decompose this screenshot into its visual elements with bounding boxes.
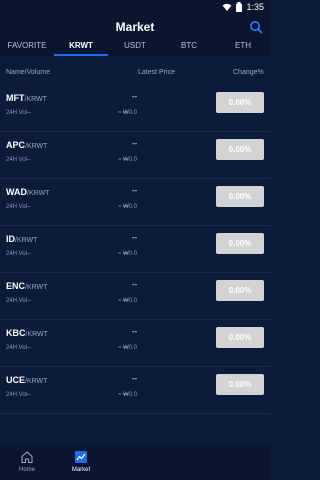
- pair-name: WAD/KRWT: [6, 187, 49, 197]
- base-symbol: ID: [6, 234, 15, 244]
- base-symbol: UCE: [6, 375, 26, 385]
- pair-name: UCE/KRWT: [6, 375, 47, 385]
- krw-equivalent: ≈ ₩0.0: [118, 110, 137, 116]
- pair-name: ID/KRWT: [6, 234, 37, 244]
- volume-text: 24H Vol--: [6, 110, 32, 116]
- krw-equivalent: ≈ ₩0.0: [118, 204, 137, 210]
- latest-price: --: [132, 374, 138, 383]
- nav-market-label: Market: [71, 467, 91, 473]
- status-bar: 1:35: [0, 0, 270, 16]
- krw-equivalent: ≈ ₩0.0: [118, 251, 137, 257]
- latest-price: --: [132, 233, 138, 242]
- pair-name: APC/KRWT: [6, 140, 47, 150]
- pair-name: MFT/KRWT: [6, 93, 47, 103]
- base-symbol: ENC: [6, 281, 26, 291]
- market-row[interactable]: ENC/KRWT 24H Vol-- -- ≈ ₩0.0 0.00%: [0, 273, 270, 320]
- nav-home[interactable]: Home: [0, 444, 54, 480]
- krw-equivalent: ≈ ₩0.0: [118, 345, 137, 351]
- latest-price: --: [132, 139, 138, 148]
- latest-price: --: [132, 327, 138, 336]
- change-badge: 0.00%: [216, 233, 264, 254]
- volume-text: 24H Vol--: [6, 345, 32, 351]
- change-badge: 0.00%: [216, 139, 264, 160]
- col-name-volume[interactable]: Name/Volume: [6, 69, 50, 76]
- quote-symbol: /KRWT: [27, 190, 50, 197]
- market-list: MFT/KRWT 24H Vol-- -- ≈ ₩0.0 0.00% APC/K…: [0, 85, 270, 414]
- volume-text: 24H Vol--: [6, 157, 32, 163]
- base-symbol: WAD: [6, 187, 27, 197]
- krw-equivalent: ≈ ₩0.0: [118, 392, 137, 398]
- wifi-icon: [222, 3, 232, 11]
- battery-icon: [236, 2, 243, 12]
- tab-favorite[interactable]: FAVORITE: [0, 38, 54, 56]
- quote-symbol: /KRWT: [15, 237, 38, 244]
- tab-btc[interactable]: BTC: [162, 38, 216, 56]
- quote-symbol: /KRWT: [25, 284, 48, 291]
- tab-usdt[interactable]: USDT: [108, 38, 162, 56]
- latest-price: --: [132, 92, 138, 101]
- volume-text: 24H Vol--: [6, 392, 32, 398]
- market-row[interactable]: KBC/KRWT 24H Vol-- -- ≈ ₩0.0 0.00%: [0, 320, 270, 367]
- search-icon[interactable]: [249, 20, 263, 34]
- market-chart-icon: [75, 451, 87, 463]
- market-row[interactable]: APC/KRWT 24H Vol-- -- ≈ ₩0.0 0.00%: [0, 132, 270, 179]
- volume-text: 24H Vol--: [6, 251, 32, 257]
- quote-symbol: /KRWT: [25, 143, 48, 150]
- market-tabs: FAVORITE KRWT USDT BTC ETH: [0, 38, 270, 56]
- change-badge: 0.00%: [216, 92, 264, 113]
- change-badge: 0.00%: [216, 280, 264, 301]
- market-row[interactable]: WAD/KRWT 24H Vol-- -- ≈ ₩0.0 0.00%: [0, 179, 270, 226]
- quote-symbol: /KRWT: [25, 331, 48, 338]
- market-row[interactable]: ID/KRWT 24H Vol-- -- ≈ ₩0.0 0.00%: [0, 226, 270, 273]
- home-icon: [21, 451, 33, 464]
- nav-item-3[interactable]: [108, 444, 162, 480]
- latest-price: --: [132, 280, 138, 289]
- latest-price: --: [132, 186, 138, 195]
- base-symbol: MFT: [6, 93, 25, 103]
- page-title: Market: [115, 20, 155, 34]
- base-symbol: APC: [6, 140, 26, 150]
- pair-name: KBC/KRWT: [6, 328, 48, 338]
- quote-symbol: /KRWT: [24, 96, 47, 103]
- app-header: Market: [0, 16, 270, 38]
- tab-eth[interactable]: ETH: [216, 38, 270, 56]
- krw-equivalent: ≈ ₩0.0: [118, 298, 137, 304]
- quote-symbol: /KRWT: [25, 378, 48, 385]
- nav-home-label: Home: [18, 467, 35, 473]
- market-row[interactable]: UCE/KRWT 24H Vol-- -- ≈ ₩0.0 0.00%: [0, 367, 270, 414]
- change-badge: 0.00%: [216, 327, 264, 348]
- pair-name: ENC/KRWT: [6, 281, 47, 291]
- nav-market[interactable]: Market: [54, 444, 108, 480]
- column-headers: Name/Volume Latest Price Change%: [0, 69, 270, 81]
- change-badge: 0.00%: [216, 374, 264, 395]
- col-change[interactable]: Change%: [233, 69, 264, 76]
- market-row[interactable]: MFT/KRWT 24H Vol-- -- ≈ ₩0.0 0.00%: [0, 85, 270, 132]
- col-latest-price[interactable]: Latest Price: [138, 69, 175, 76]
- status-right: 1:35: [222, 2, 264, 12]
- nav-item-5[interactable]: [216, 444, 270, 480]
- volume-text: 24H Vol--: [6, 298, 32, 304]
- bottom-nav: Home Market: [0, 444, 270, 480]
- volume-text: 24H Vol--: [6, 204, 32, 210]
- base-symbol: KBC: [6, 328, 26, 338]
- tab-krwt[interactable]: KRWT: [54, 38, 108, 56]
- krw-equivalent: ≈ ₩0.0: [118, 157, 137, 163]
- nav-item-4[interactable]: [162, 444, 216, 480]
- change-badge: 0.00%: [216, 186, 264, 207]
- status-time: 1:35: [246, 2, 264, 12]
